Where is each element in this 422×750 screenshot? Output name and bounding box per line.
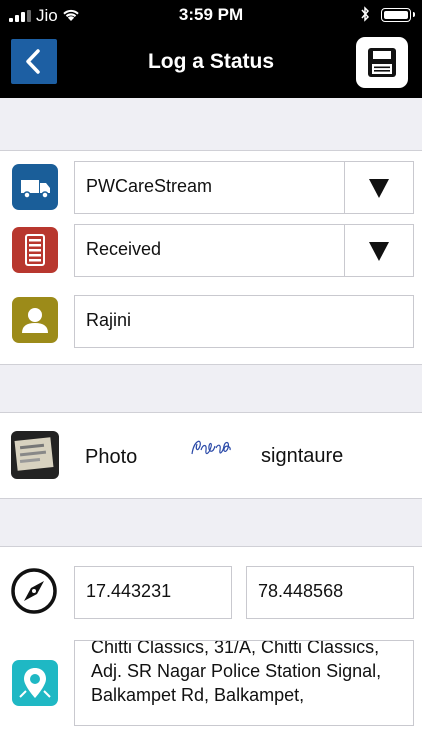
- divider-line: [0, 412, 422, 413]
- dropdown-arrow-icon: [369, 179, 389, 198]
- status-bar: Jio 3:59 PM: [0, 0, 422, 30]
- address-field[interactable]: Chitti Classics, 31/A, Chitti Classics, …: [74, 640, 414, 726]
- truck-icon: [12, 164, 58, 210]
- signature-label[interactable]: signtaure: [261, 445, 343, 468]
- bluetooth-icon: [361, 6, 370, 22]
- name-field[interactable]: Rajini: [74, 295, 414, 348]
- longitude-value: 78.448568: [258, 581, 344, 601]
- status-dropdown[interactable]: Received: [74, 224, 345, 277]
- clock: 3:59 PM: [178, 5, 244, 24]
- photo-label[interactable]: Photo: [85, 446, 137, 469]
- nav-bar: Log a Status: [0, 30, 422, 98]
- status-value: Received: [86, 239, 162, 259]
- account-value: PWCareStream: [86, 176, 213, 196]
- latitude-value: 17.443231: [86, 581, 172, 601]
- divider-line: [0, 546, 422, 547]
- section-divider: [0, 499, 422, 546]
- section-divider: [0, 98, 422, 150]
- signature-image[interactable]: [189, 432, 233, 466]
- account-dropdown[interactable]: PWCareStream: [74, 161, 345, 214]
- longitude-field[interactable]: 78.448568: [246, 566, 414, 619]
- list-icon: [12, 227, 58, 273]
- status-dropdown-toggle[interactable]: [344, 224, 414, 277]
- save-button[interactable]: [356, 37, 408, 88]
- section-divider: [0, 365, 422, 412]
- battery-icon: [381, 8, 415, 22]
- photo-thumbnail[interactable]: [11, 431, 59, 479]
- dropdown-arrow-icon: [369, 242, 389, 261]
- compass-icon: [11, 568, 57, 614]
- floppy-disk-icon: [368, 48, 396, 77]
- account-dropdown-toggle[interactable]: [344, 161, 414, 214]
- latitude-field[interactable]: 17.443231: [74, 566, 232, 619]
- location-pin-icon: [12, 660, 58, 706]
- address-value: Chitti Classics, 31/A, Chitti Classics, …: [91, 640, 382, 705]
- person-icon: [12, 297, 58, 343]
- divider-line: [0, 150, 422, 151]
- name-value: Rajini: [86, 310, 132, 330]
